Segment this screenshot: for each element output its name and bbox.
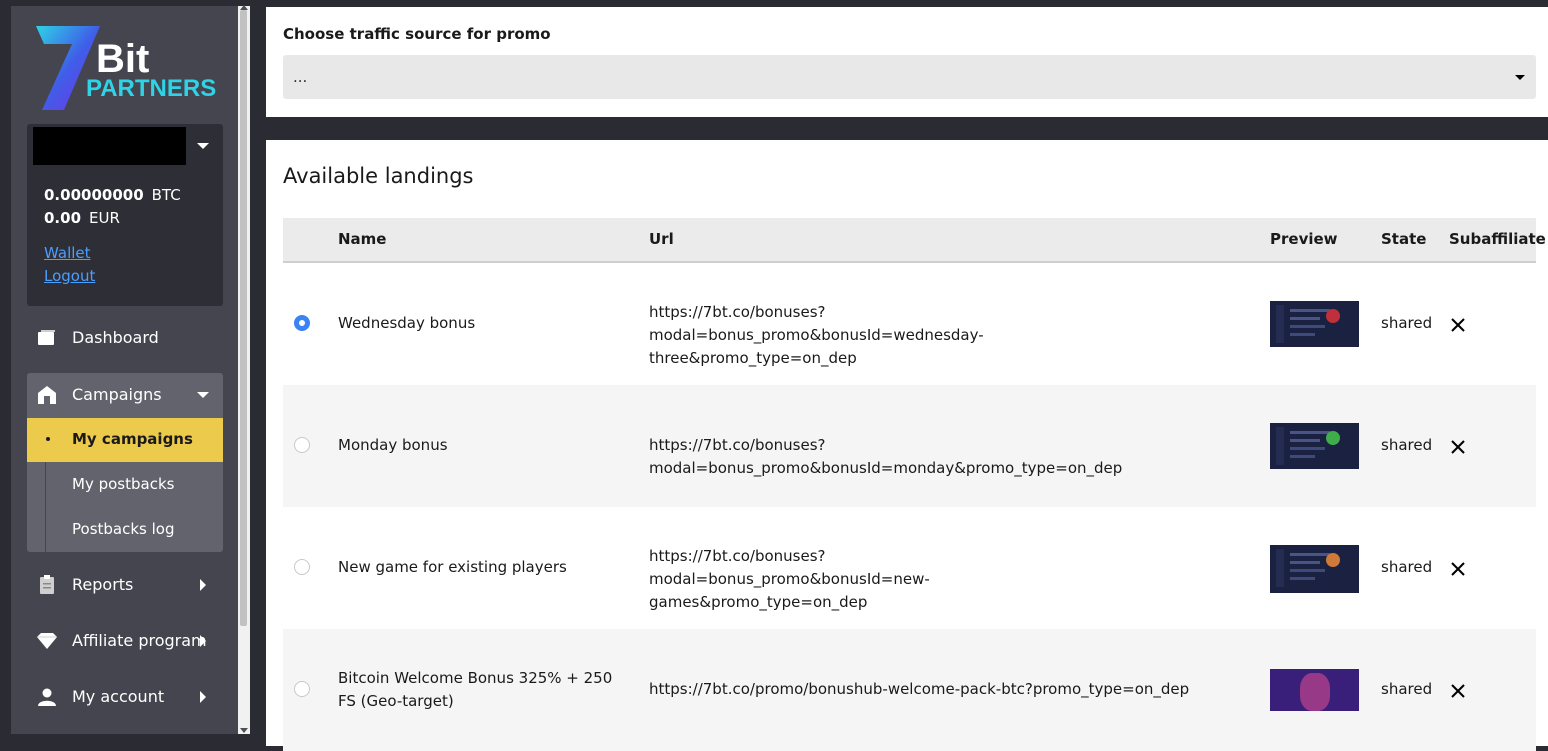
nav-postbacks-log[interactable]: Postbacks log bbox=[27, 508, 223, 552]
nav-affiliate-program-label: Affiliate program bbox=[72, 631, 207, 650]
logo-partners-text: PARTNERS bbox=[86, 75, 216, 102]
landing-url: https://7bt.co/bonuses?modal=bonus_promo… bbox=[649, 547, 930, 611]
landing-name: Wednesday bonus bbox=[338, 314, 476, 332]
nav-my-postbacks-label: My postbacks bbox=[72, 475, 175, 493]
nav-campaigns-label: Campaigns bbox=[72, 385, 162, 404]
chevron-right-icon bbox=[200, 635, 206, 647]
active-dot-icon bbox=[46, 437, 50, 441]
landing-preview-thumbnail[interactable] bbox=[1270, 423, 1359, 469]
close-icon[interactable] bbox=[1449, 316, 1467, 334]
nav-campaigns[interactable]: Campaigns bbox=[27, 373, 223, 417]
nav-postbacks-log-label: Postbacks log bbox=[72, 520, 175, 538]
col-url: Url bbox=[649, 230, 674, 248]
col-preview: Preview bbox=[1270, 230, 1338, 248]
landing-state: shared bbox=[1381, 314, 1433, 332]
nav-reports-label: Reports bbox=[72, 575, 134, 594]
house-icon bbox=[38, 386, 56, 404]
nav-my-campaigns[interactable]: My campaigns bbox=[27, 418, 223, 462]
row-select-radio[interactable] bbox=[294, 437, 310, 453]
close-icon[interactable] bbox=[1449, 560, 1467, 578]
row-select-radio[interactable] bbox=[294, 681, 310, 697]
sidebar-scrollbar[interactable] bbox=[238, 5, 250, 734]
row-select-radio[interactable] bbox=[294, 315, 310, 331]
traffic-source-label: Choose traffic source for promo bbox=[283, 25, 551, 43]
nav-my-account[interactable]: My account bbox=[27, 675, 223, 719]
nav-my-account-label: My account bbox=[72, 687, 165, 706]
landing-state: shared bbox=[1381, 680, 1433, 698]
traffic-source-panel: Choose traffic source for promo ... bbox=[266, 7, 1548, 117]
scroll-down-icon[interactable] bbox=[240, 728, 248, 733]
logout-link[interactable]: Logout bbox=[44, 267, 95, 285]
scrollbar-thumb[interactable] bbox=[240, 10, 247, 626]
landings-panel: Available landings Name Url Preview Stat… bbox=[266, 140, 1548, 751]
landing-state: shared bbox=[1381, 436, 1433, 454]
table-row[interactable]: New game for existing players https://7b… bbox=[283, 507, 1536, 629]
diamond-icon bbox=[37, 633, 57, 649]
chevron-down-icon bbox=[197, 392, 209, 398]
dashboard-icon bbox=[38, 330, 55, 345]
7bit-partners-logo[interactable]: Bit PARTNERS bbox=[34, 22, 224, 112]
landing-name: New game for existing players bbox=[338, 558, 567, 576]
table-row[interactable]: Bitcoin Welcome Bonus 325% + 250 FS (Geo… bbox=[283, 629, 1536, 751]
chevron-down-icon[interactable] bbox=[197, 143, 209, 149]
nav-my-campaigns-label: My campaigns bbox=[72, 430, 193, 448]
landing-name: Bitcoin Welcome Bonus 325% + 250 FS (Geo… bbox=[338, 669, 613, 710]
user-icon bbox=[38, 688, 56, 706]
close-icon[interactable] bbox=[1449, 682, 1467, 700]
close-icon[interactable] bbox=[1449, 438, 1467, 456]
landings-title: Available landings bbox=[283, 164, 474, 188]
account-selector[interactable] bbox=[33, 127, 186, 165]
col-name: Name bbox=[338, 230, 387, 248]
landing-preview-thumbnail[interactable] bbox=[1270, 301, 1359, 347]
row-select-radio[interactable] bbox=[294, 559, 310, 575]
landing-preview-thumbnail[interactable] bbox=[1270, 669, 1359, 711]
col-subaffiliate: Subaffiliate bbox=[1449, 230, 1546, 248]
chevron-down-icon bbox=[1515, 75, 1525, 80]
table-row[interactable]: Monday bonus https://7bt.co/bonuses?moda… bbox=[283, 385, 1536, 507]
traffic-source-value: ... bbox=[293, 68, 308, 86]
col-state: State bbox=[1381, 230, 1427, 248]
wallet-link[interactable]: Wallet bbox=[44, 244, 91, 262]
landing-preview-thumbnail[interactable] bbox=[1270, 545, 1359, 593]
eur-currency: EUR bbox=[89, 209, 120, 227]
btc-balance: 0.00000000 BTC bbox=[44, 186, 181, 204]
btc-currency: BTC bbox=[151, 186, 181, 204]
eur-balance: 0.00 EUR bbox=[44, 209, 120, 227]
landing-url: https://7bt.co/promo/bonushub-welcome-pa… bbox=[649, 680, 1190, 698]
clipboard-icon bbox=[40, 575, 54, 594]
chevron-right-icon bbox=[200, 691, 206, 703]
nav-my-postbacks[interactable]: My postbacks bbox=[27, 463, 223, 507]
landing-state: shared bbox=[1381, 558, 1433, 576]
landing-url: https://7bt.co/bonuses?modal=bonus_promo… bbox=[649, 436, 1123, 477]
chevron-right-icon bbox=[200, 579, 206, 591]
nav-affiliate-program[interactable]: Affiliate program bbox=[27, 619, 223, 663]
nav-reports[interactable]: Reports bbox=[27, 563, 223, 607]
sidebar: Bit PARTNERS 0.00000000 BTC 0.00 EUR Walle… bbox=[11, 6, 238, 734]
btc-amount: 0.00000000 bbox=[44, 186, 144, 204]
campaigns-group: Campaigns My campaigns My postbacks Post… bbox=[27, 373, 223, 552]
eur-amount: 0.00 bbox=[44, 209, 82, 227]
table-row[interactable]: Wednesday bonus https://7bt.co/bonuses?m… bbox=[283, 263, 1536, 385]
landing-name: Monday bonus bbox=[338, 436, 448, 454]
table-header: Name Url Preview State Subaffiliate bbox=[283, 218, 1546, 263]
account-box: 0.00000000 BTC 0.00 EUR Wallet Logout bbox=[27, 124, 223, 306]
landing-url: https://7bt.co/bonuses?modal=bonus_promo… bbox=[649, 303, 984, 367]
traffic-source-select[interactable]: ... bbox=[283, 55, 1536, 99]
nav-dashboard-label: Dashboard bbox=[72, 328, 159, 347]
nav-dashboard[interactable]: Dashboard bbox=[27, 316, 223, 360]
